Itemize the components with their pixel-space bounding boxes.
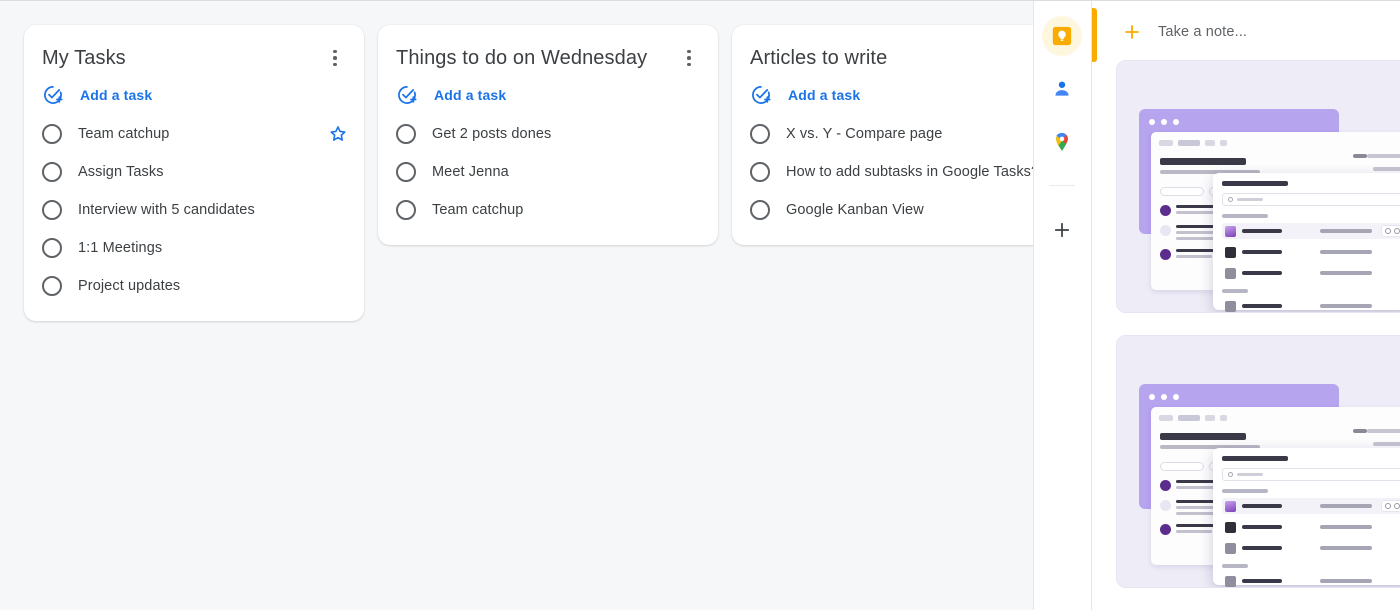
task-title: Get 2 posts dones (432, 126, 552, 142)
task-checkbox[interactable] (396, 162, 416, 182)
task-row[interactable]: Project updates (24, 267, 364, 305)
task-row[interactable]: How to add subtasks in Google Tasks? (732, 153, 1033, 191)
task-checkbox[interactable] (750, 162, 770, 182)
task-checkbox[interactable] (42, 124, 62, 144)
task-list-header: Articles to write (732, 39, 1033, 75)
keep-note-list (1092, 52, 1400, 610)
task-checkbox[interactable] (396, 200, 416, 220)
task-list-header: Things to do on Wednesday (378, 39, 718, 75)
add-task-label: Add a task (788, 87, 861, 103)
more-vert-icon[interactable] (322, 45, 348, 71)
google-maps-icon (1056, 133, 1069, 151)
add-task-icon (398, 86, 417, 104)
task-title: Google Kanban View (786, 202, 924, 218)
keep-note-card[interactable] (1115, 335, 1400, 588)
task-row[interactable]: Team catchup (24, 115, 364, 153)
task-row[interactable]: 1:1 Meetings (24, 229, 364, 267)
task-row[interactable]: Get 2 posts dones (378, 115, 718, 153)
task-checkbox[interactable] (750, 200, 770, 220)
rail-item-maps[interactable] (1042, 122, 1082, 162)
add-task-label: Add a task (434, 87, 507, 103)
add-task-button[interactable]: Add a task (732, 75, 1033, 115)
top-divider (0, 0, 1400, 1)
task-list-title: Things to do on Wednesday (396, 47, 648, 69)
task-row[interactable]: X vs. Y - Compare page (732, 115, 1033, 153)
note-image (1117, 61, 1400, 312)
task-title: Assign Tasks (78, 164, 164, 180)
add-task-button[interactable]: Add a task (24, 75, 364, 115)
task-title: Team catchup (432, 202, 524, 218)
task-title: Team catchup (78, 126, 170, 142)
task-checkbox[interactable] (42, 276, 62, 296)
task-list-title: Articles to write (750, 47, 888, 69)
task-list-title: My Tasks (42, 47, 126, 69)
add-task-label: Add a task (80, 87, 153, 103)
note-image (1117, 336, 1400, 587)
tasks-board: My Tasks Add a task Team catchup Assign … (0, 0, 1033, 610)
task-title: 1:1 Meetings (78, 240, 163, 256)
task-list-card: Articles to write Add a task X vs. Y - C… (732, 25, 1033, 245)
task-list-card: Things to do on Wednesday Add a task Get… (378, 25, 718, 245)
add-task-icon (752, 86, 771, 104)
task-title: X vs. Y - Compare page (786, 126, 943, 142)
task-checkbox[interactable] (42, 200, 62, 220)
more-vert-icon[interactable] (676, 45, 702, 71)
keep-panel: Take a note... (1091, 0, 1400, 610)
app-root: My Tasks Add a task Team catchup Assign … (0, 0, 1400, 610)
rail-item-keep[interactable] (1042, 16, 1083, 56)
task-row[interactable]: Interview with 5 candidates (24, 191, 364, 229)
task-checkbox[interactable] (396, 124, 416, 144)
add-apps-icon (1055, 222, 1070, 238)
take-a-note-label: Take a note... (1157, 24, 1248, 40)
keep-note-card[interactable] (1115, 60, 1400, 313)
task-title: Meet Jenna (432, 164, 509, 180)
plus-icon (1125, 25, 1139, 39)
task-row[interactable]: Team catchup (378, 191, 718, 229)
task-checkbox[interactable] (42, 238, 62, 258)
add-task-icon (44, 86, 63, 104)
task-checkbox[interactable] (42, 162, 62, 182)
side-panel-rail (1032, 0, 1092, 610)
star-icon[interactable] (328, 124, 348, 144)
task-checkbox[interactable] (750, 124, 770, 144)
google-keep-icon (1053, 26, 1072, 46)
keep-accent-bar (1091, 8, 1097, 62)
task-row[interactable]: Meet Jenna (378, 153, 718, 191)
google-contacts-icon (1055, 81, 1070, 96)
task-title: Interview with 5 candidates (78, 202, 255, 218)
task-list-header: My Tasks (24, 39, 364, 75)
add-task-button[interactable]: Add a task (378, 75, 718, 115)
task-list-card: My Tasks Add a task Team catchup Assign … (24, 25, 364, 321)
get-addons-button[interactable] (1042, 210, 1082, 250)
take-a-note-button[interactable]: Take a note... (1092, 0, 1400, 52)
task-row[interactable]: Assign Tasks (24, 153, 364, 191)
task-title: How to add subtasks in Google Tasks? (786, 164, 1033, 180)
task-title: Project updates (78, 278, 181, 294)
rail-divider (1049, 185, 1076, 186)
task-row[interactable]: Google Kanban View (732, 191, 1033, 229)
rail-item-contacts[interactable] (1042, 69, 1082, 109)
